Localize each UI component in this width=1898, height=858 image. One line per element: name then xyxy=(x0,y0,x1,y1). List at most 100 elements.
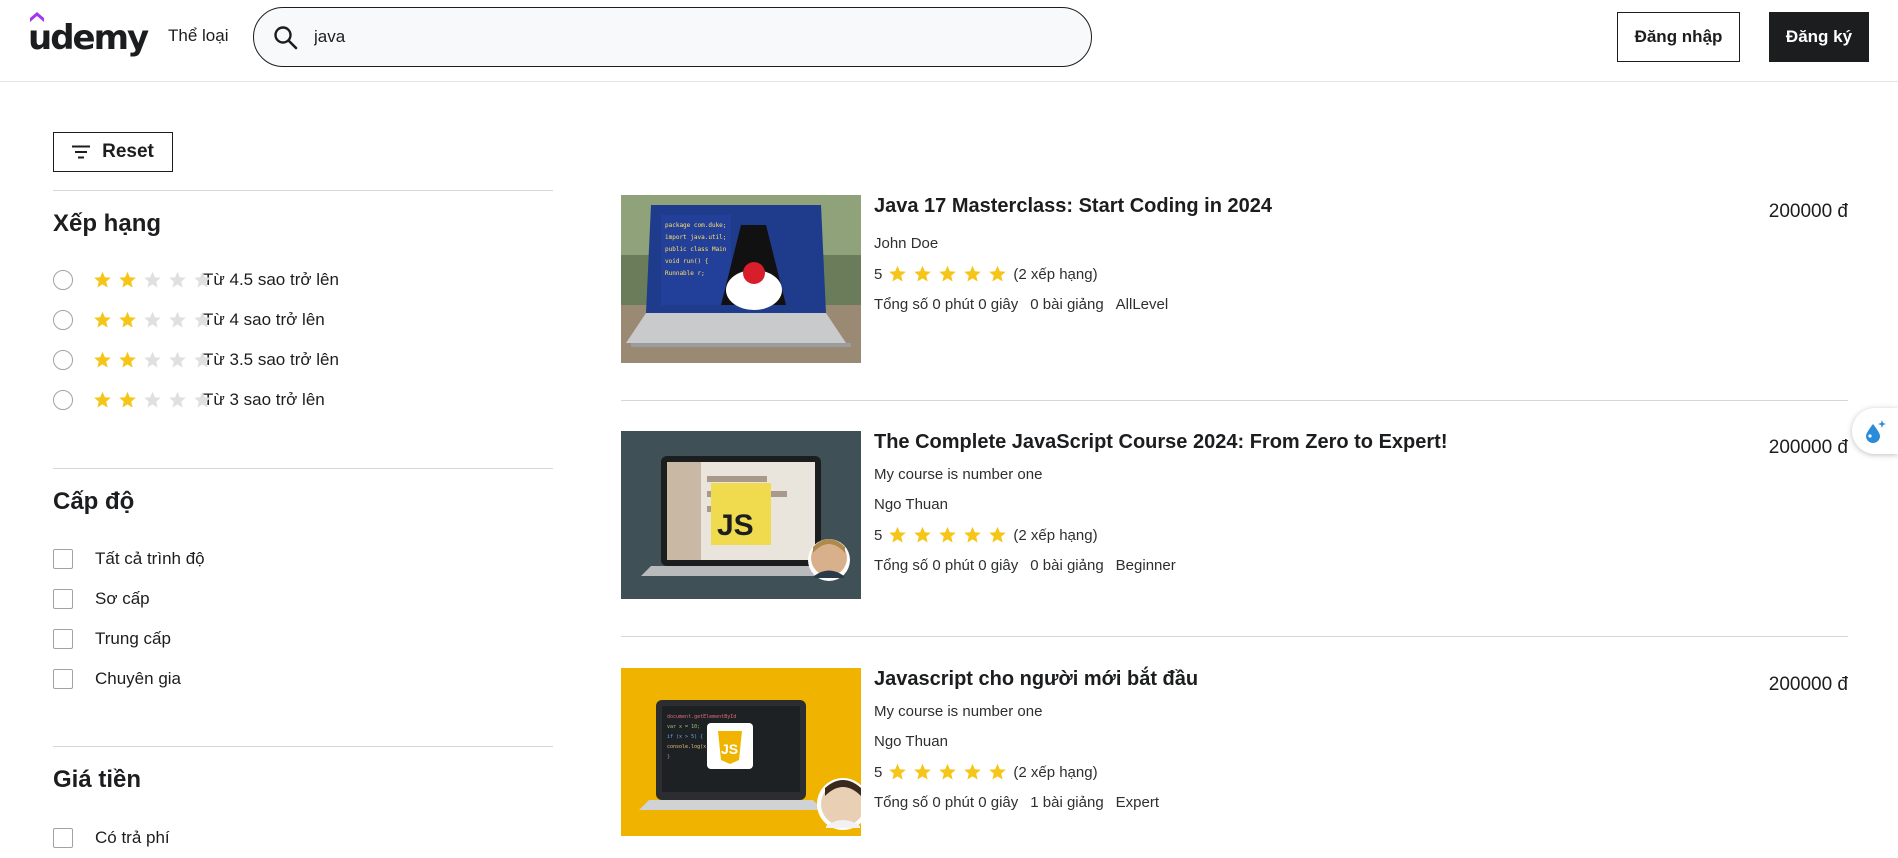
logo-hat-icon xyxy=(30,12,44,22)
top-header: udemy Thể loại Đăng nhập Đăng ký xyxy=(0,0,1898,82)
rating-value: 5 xyxy=(874,265,883,283)
javascript-laptop-image: JS xyxy=(621,431,861,599)
star-filled-icon xyxy=(119,351,136,368)
course-thumbnail-java[interactable]: package com.duke; import java.util; publ… xyxy=(621,195,861,363)
star-empty-icon xyxy=(169,351,186,368)
filter-checkbox[interactable] xyxy=(53,629,73,649)
course-lectures: 0 bài giảng xyxy=(1030,296,1104,313)
filter-checkbox-label: Có trả phí xyxy=(95,828,170,847)
course-card[interactable]: JS The Complete JavaScript Course 2024: … xyxy=(621,431,1848,601)
course-price: 200000 đ xyxy=(1768,201,1848,222)
rating-count: (2 xếp hạng) xyxy=(1013,265,1098,283)
price-filter-option[interactable]: Có trả phí xyxy=(53,826,170,850)
svg-text:Runnable r;: Runnable r; xyxy=(665,270,705,277)
star-filled-icon xyxy=(964,265,982,282)
star-empty-icon xyxy=(144,311,161,328)
star-filled-icon xyxy=(964,763,982,780)
course-meta: Tổng số 0 phút 0 giây 0 bài giảng AllLev… xyxy=(874,296,1168,313)
course-level: AllLevel xyxy=(1115,296,1169,313)
price-section-title: Giá tiền xyxy=(53,766,142,793)
star-filled-icon xyxy=(889,763,907,780)
star-filled-icon xyxy=(94,311,111,328)
course-title[interactable]: Javascript cho người mới bắt đầu xyxy=(874,668,1198,691)
course-duration: Tổng số 0 phút 0 giây xyxy=(874,794,1019,811)
js-shield-text: JS xyxy=(721,741,738,757)
rating-radio[interactable] xyxy=(53,350,73,370)
filter-checkbox[interactable] xyxy=(53,549,73,569)
filter-checkbox-label: Chuyên gia xyxy=(95,669,182,688)
rating-filter-option[interactable]: Từ 3.5 sao trở lên xyxy=(53,348,339,372)
course-instructor: John Doe xyxy=(874,235,939,252)
reset-label: Reset xyxy=(102,141,154,162)
rating-filter-option[interactable]: Từ 4 sao trở lên xyxy=(53,308,325,332)
star-empty-icon xyxy=(194,391,211,408)
star-empty-icon xyxy=(144,391,161,408)
rating-radio[interactable] xyxy=(53,270,73,290)
rating-filter-stars xyxy=(93,351,213,369)
level-filter-option[interactable]: Sơ cấp xyxy=(53,587,150,611)
star-empty-icon xyxy=(144,271,161,288)
star-filled-icon xyxy=(964,526,982,543)
rating-section-title: Xếp hạng xyxy=(53,210,162,237)
svg-text:import java.util;: import java.util; xyxy=(665,234,726,241)
course-level: Expert xyxy=(1115,794,1160,811)
js-logo-text: JS xyxy=(717,509,754,542)
svg-text:public class Main: public class Main xyxy=(665,246,727,253)
filter-checkbox[interactable] xyxy=(53,828,73,848)
course-thumbnail-javascript[interactable]: JS xyxy=(621,431,861,599)
star-filled-icon xyxy=(119,391,136,408)
course-card[interactable]: document.getElementById var x = 10; if (… xyxy=(621,668,1848,838)
filter-checkbox-label: Trung cấp xyxy=(95,629,171,648)
rating-radio[interactable] xyxy=(53,390,73,410)
search-bar[interactable] xyxy=(253,7,1092,67)
rating-stars xyxy=(888,763,1007,781)
svg-text:console.log(x);: console.log(x); xyxy=(667,744,712,750)
rating-filter-option[interactable]: Từ 3 sao trở lên xyxy=(53,388,325,412)
categories-link[interactable]: Thể loại xyxy=(168,26,228,46)
star-filled-icon xyxy=(939,763,957,780)
course-price: 200000 đ xyxy=(1768,437,1848,458)
star-filled-icon xyxy=(914,526,932,543)
course-thumbnail-javascript-beginner[interactable]: document.getElementById var x = 10; if (… xyxy=(621,668,861,836)
rating-filter-label: Từ 3 sao trở lên xyxy=(203,390,325,409)
course-title[interactable]: Java 17 Masterclass: Start Coding in 202… xyxy=(874,195,1272,218)
rating-filter-stars xyxy=(93,311,213,329)
rating-filter-label: Từ 4 sao trở lên xyxy=(203,310,325,329)
rating-filter-option[interactable]: Từ 4.5 sao trở lên xyxy=(53,268,339,292)
level-filter-option[interactable]: Tất cả trình độ xyxy=(53,547,205,571)
star-filled-icon xyxy=(94,391,111,408)
signup-button[interactable]: Đăng ký xyxy=(1769,12,1869,62)
level-filter-option[interactable]: Chuyên gia xyxy=(53,667,181,691)
login-button[interactable]: Đăng nhập xyxy=(1617,12,1740,62)
course-lectures: 1 bài giảng xyxy=(1030,794,1104,811)
rating-count: (2 xếp hạng) xyxy=(1013,763,1098,781)
course-lectures: 0 bài giảng xyxy=(1030,557,1104,574)
udemy-logo[interactable]: udemy xyxy=(28,12,149,58)
filter-checkbox-label: Tất cả trình độ xyxy=(95,549,205,568)
svg-text:if (x > 5) {: if (x > 5) { xyxy=(667,734,703,740)
star-filled-icon xyxy=(119,271,136,288)
course-card[interactable]: package com.duke; import java.util; publ… xyxy=(621,195,1848,365)
level-filter-option[interactable]: Trung cấp xyxy=(53,627,171,651)
water-drop-sparkle-icon xyxy=(1866,420,1886,443)
filter-checkbox[interactable] xyxy=(53,589,73,609)
star-filled-icon xyxy=(989,526,1007,543)
filter-checkbox[interactable] xyxy=(53,669,73,689)
level-section-title: Cấp độ xyxy=(53,488,135,515)
logo-text: udemy xyxy=(28,18,149,58)
rating-stars xyxy=(888,526,1007,544)
sidebar-divider xyxy=(53,190,553,191)
search-input[interactable] xyxy=(314,23,1054,51)
rating-radio[interactable] xyxy=(53,310,73,330)
course-duration: Tổng số 0 phút 0 giây xyxy=(874,296,1019,313)
course-title[interactable]: The Complete JavaScript Course 2024: Fro… xyxy=(874,431,1448,454)
star-empty-icon xyxy=(169,271,186,288)
course-meta: Tổng số 0 phút 0 giây 1 bài giảng Expert xyxy=(874,794,1159,811)
floating-assistant-button[interactable] xyxy=(1852,408,1898,454)
reset-filter-button[interactable]: Reset xyxy=(53,132,173,172)
course-divider xyxy=(621,636,1848,637)
search-icon[interactable] xyxy=(272,24,300,52)
svg-text:var x = 10;: var x = 10; xyxy=(667,724,700,730)
rating-value: 5 xyxy=(874,526,883,544)
course-level: Beginner xyxy=(1115,557,1176,574)
